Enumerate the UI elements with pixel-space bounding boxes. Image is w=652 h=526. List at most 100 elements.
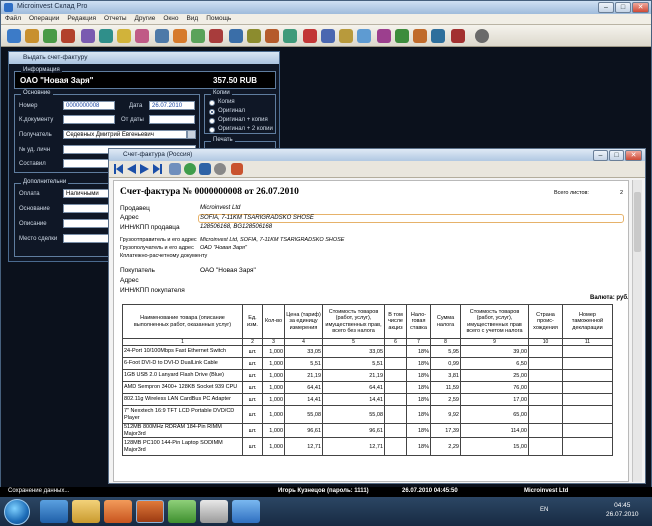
toolbar-writeoff-icon[interactable]	[61, 29, 75, 43]
table-cell: 64,41	[284, 381, 323, 394]
copy-label: Копия	[218, 99, 235, 105]
place-field[interactable]	[63, 234, 111, 243]
toolbar-reports-icon[interactable]	[265, 29, 279, 43]
close-button[interactable]: ✕	[632, 2, 649, 13]
id-label: № уд. личн	[19, 147, 51, 153]
taskbar-clock[interactable]: 04:45 26.07.2010	[606, 501, 639, 519]
toolbar-print-icon[interactable]	[321, 29, 335, 43]
toolbar-groups-icon[interactable]	[247, 29, 261, 43]
todoc-field[interactable]	[63, 115, 115, 124]
radio-original[interactable]	[209, 109, 215, 115]
toolbar-tools-icon[interactable]	[377, 29, 391, 43]
table-cell	[384, 345, 407, 358]
clock-time: 04:45	[614, 502, 631, 509]
status-bar: Сохранение данных... Игорь Кузнецов (пар…	[0, 487, 652, 497]
toolbar-stock-icon[interactable]	[283, 29, 297, 43]
receiver-dropdown-icon[interactable]	[187, 130, 196, 139]
toolbar-payments-icon[interactable]	[135, 29, 149, 43]
toolbar-settings-icon[interactable]	[395, 29, 409, 43]
toolbar-sales-icon[interactable]	[25, 29, 39, 43]
date-field[interactable]: 26.07.2010	[149, 101, 195, 110]
toolbar-partners-icon[interactable]	[173, 29, 187, 43]
table-cell: 1,000	[262, 369, 285, 382]
payment-field[interactable]: Наличными	[63, 189, 111, 198]
first-page-icon[interactable]	[114, 164, 123, 174]
table-cell: 18%	[406, 381, 431, 394]
table-cell: 55,08	[322, 405, 385, 424]
toolbar-mail-icon[interactable]	[431, 29, 445, 43]
taskbar-app-icon[interactable]	[232, 500, 260, 523]
toolbar-users-icon[interactable]	[209, 29, 223, 43]
table-cell	[528, 437, 563, 456]
report-close-button[interactable]: ✕	[625, 150, 642, 161]
report-minimize-button[interactable]: –	[593, 150, 608, 161]
toolbar-production-icon[interactable]	[99, 29, 113, 43]
table-cell	[528, 393, 563, 406]
menu-file[interactable]: Файл	[1, 14, 25, 22]
table-cell	[528, 345, 563, 358]
menu-window[interactable]: Окно	[159, 14, 182, 22]
taskbar: EN 04:45 26.07.2010	[0, 497, 652, 526]
print-icon[interactable]	[169, 163, 181, 175]
exit-report-icon[interactable]	[231, 163, 243, 175]
number-field[interactable]: 0000000008	[63, 101, 115, 110]
receiver-field[interactable]: Седевных Дмитрий Евгеньевич	[63, 130, 187, 139]
table-cell	[562, 437, 613, 456]
table-cell: 21,19	[322, 369, 385, 382]
radio-copy[interactable]	[209, 100, 215, 106]
maximize-button[interactable]: □	[615, 2, 631, 13]
toolbar-save-icon[interactable]	[357, 29, 371, 43]
taskbar-paint-icon[interactable]	[168, 500, 196, 523]
desc-field[interactable]	[63, 219, 111, 228]
toolbar-folder-icon[interactable]	[339, 29, 353, 43]
toolbar-deliveries-icon[interactable]	[7, 29, 21, 43]
menu-edit[interactable]: Редакция	[63, 14, 100, 22]
table-cell: 15,00	[460, 437, 529, 456]
menu-reports[interactable]: Отчеты	[100, 14, 130, 22]
payment-doc-label: Кплатежно-расчетному документу	[120, 253, 208, 259]
toolbar-invoice-icon[interactable]	[155, 29, 169, 43]
refresh-icon[interactable]	[184, 163, 196, 175]
language-indicator[interactable]: EN	[540, 507, 548, 513]
report-scrollbar[interactable]	[632, 180, 642, 482]
start-button[interactable]	[4, 499, 30, 525]
taskbar-explorer-icon[interactable]	[72, 500, 100, 523]
col-header: Номер таможенной декларации	[562, 304, 613, 339]
menu-operations[interactable]: Операции	[25, 14, 63, 22]
app-logo-icon	[4, 3, 13, 12]
basis-field[interactable]	[63, 204, 111, 213]
toolbar-goods-icon[interactable]	[191, 29, 205, 43]
taskbar-microinvest-icon[interactable]	[136, 500, 164, 523]
toolbar-transfer-icon[interactable]	[81, 29, 95, 43]
taskbar-media-icon[interactable]	[104, 500, 132, 523]
menu-other[interactable]: Другие	[131, 14, 160, 22]
fromdate-field[interactable]	[149, 115, 195, 124]
table-row: 6-Foot DVI-D to DVI-D DualLink Cable шт. 1…	[122, 357, 613, 370]
report-title-bar: Счет-фактура (Россия)	[109, 149, 645, 161]
toolbar-orders-icon[interactable]	[43, 29, 57, 43]
radio-original-copy[interactable]	[209, 118, 215, 124]
prev-page-icon[interactable]	[127, 164, 136, 174]
scroll-thumb[interactable]	[634, 192, 641, 252]
toolbar-calc-icon[interactable]	[413, 29, 427, 43]
buyer-value: ОАО "Новая Заря"	[200, 267, 256, 274]
radio-original-2copies[interactable]	[209, 127, 215, 133]
next-page-icon[interactable]	[140, 164, 149, 174]
minimize-button[interactable]: –	[598, 2, 614, 13]
table-cell: шт.	[242, 381, 263, 394]
toolbar-delete-icon[interactable]	[303, 29, 317, 43]
toolbar-exit-icon[interactable]	[451, 29, 465, 43]
report-maximize-button[interactable]: □	[609, 150, 624, 161]
taskbar-ie-icon[interactable]	[40, 500, 68, 523]
taskbar-tools-icon[interactable]	[200, 500, 228, 523]
menu-help[interactable]: Помощь	[202, 14, 235, 22]
export-icon[interactable]	[199, 163, 211, 175]
last-page-icon[interactable]	[153, 164, 162, 174]
toolbar-gear-icon[interactable]	[475, 29, 489, 43]
toolbar-revision-icon[interactable]	[117, 29, 131, 43]
table-cell: 65,00	[460, 405, 529, 424]
table-cell: 14,41	[284, 393, 323, 406]
menu-view[interactable]: Вид	[182, 14, 202, 22]
zoom-icon[interactable]	[214, 163, 226, 175]
toolbar-objects-icon[interactable]	[229, 29, 243, 43]
